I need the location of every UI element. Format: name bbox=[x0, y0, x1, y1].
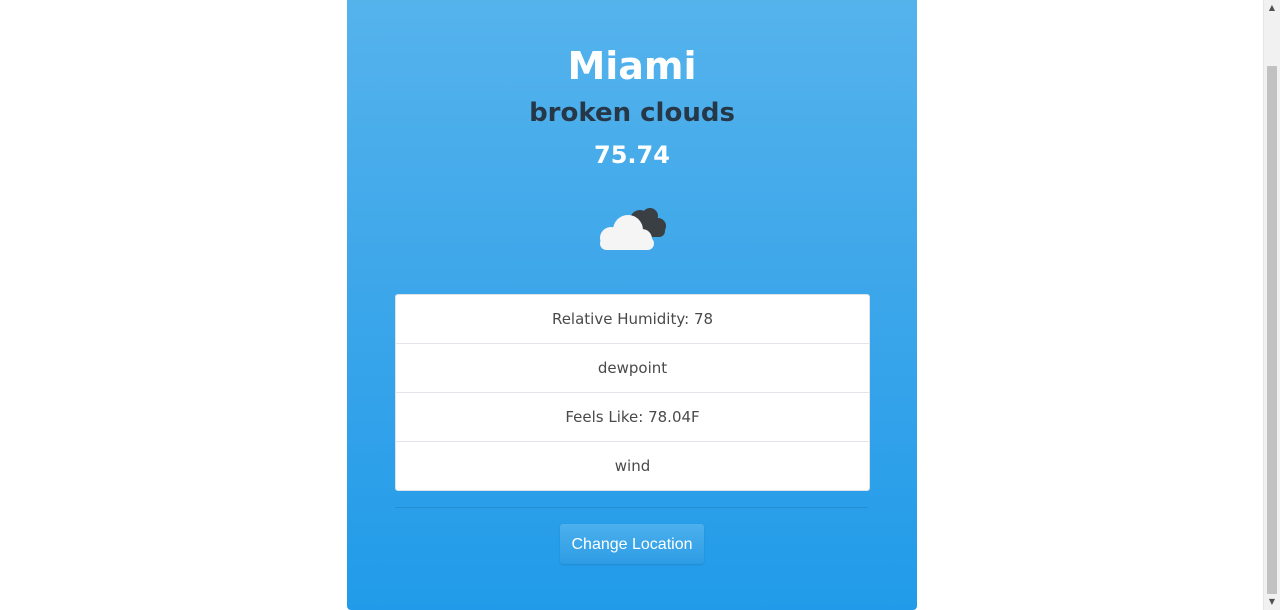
dewpoint-row: dewpoint bbox=[396, 344, 869, 393]
page: Miami broken clouds 75.74 Relative Humid… bbox=[0, 0, 1280, 610]
scroll-down-icon[interactable]: ▼ bbox=[1264, 594, 1280, 610]
city-name: Miami bbox=[567, 44, 697, 88]
scrollbar-thumb[interactable] bbox=[1267, 66, 1277, 594]
feels-like-row: Feels Like: 78.04F bbox=[396, 393, 869, 442]
divider bbox=[395, 507, 868, 508]
weather-details-list: Relative Humidity: 78 dewpoint Feels Lik… bbox=[395, 294, 870, 491]
wind-row: wind bbox=[614, 457, 651, 475]
scroll-up-icon[interactable]: ▲ bbox=[1264, 0, 1280, 16]
vertical-scrollbar[interactable]: ▲ ▼ bbox=[1263, 0, 1280, 610]
change-location-button[interactable]: Change Location bbox=[560, 524, 704, 564]
weather-card: Miami broken clouds 75.74 Relative Humid… bbox=[347, 0, 917, 610]
broken-clouds-icon bbox=[600, 208, 666, 250]
temperature: 75.74 bbox=[594, 141, 670, 169]
weather-condition: broken clouds bbox=[529, 98, 735, 128]
humidity-row: Relative Humidity: 78 bbox=[396, 295, 869, 344]
